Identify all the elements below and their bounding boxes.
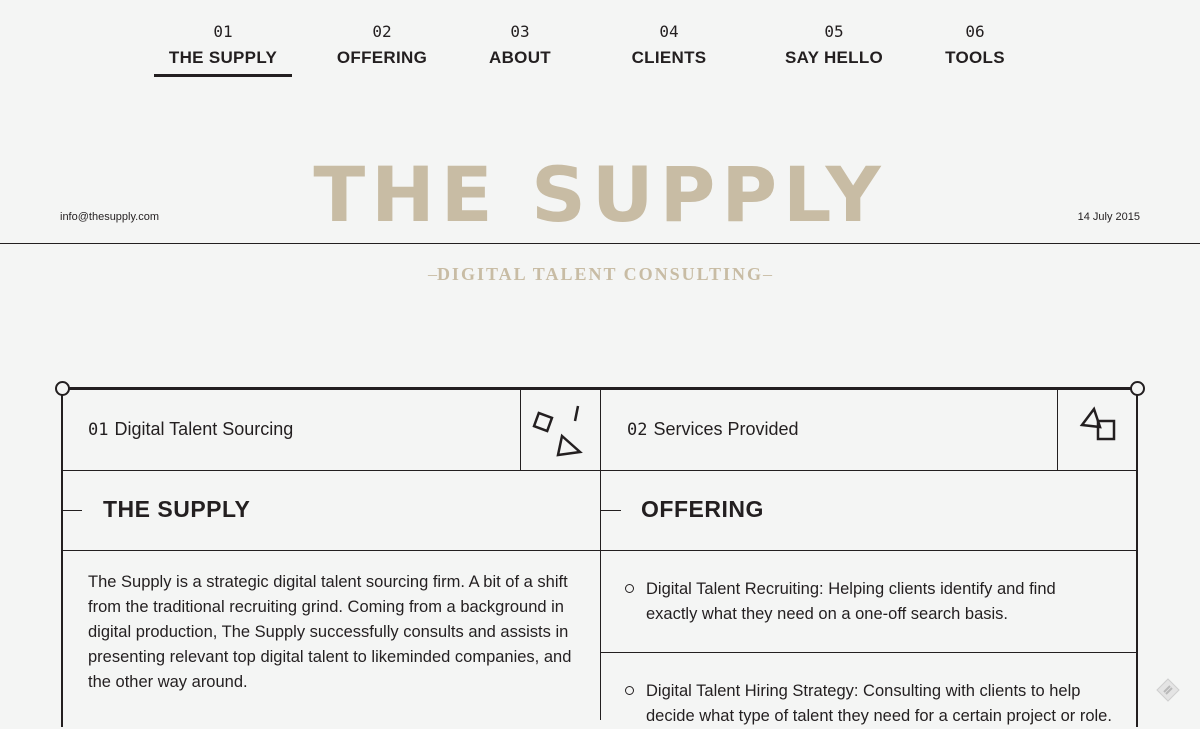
card-number: 02 [627,420,648,440]
tagline-dash-right: – [763,264,773,284]
nav-item-about[interactable]: 03 ABOUT [470,22,570,68]
nav-item-tools[interactable]: 06 TOOLS [925,22,1025,68]
tagline: –DIGITAL TALENT CONSULTING– [0,264,1200,285]
site-logo[interactable]: THE SUPPLY [0,150,1200,240]
contact-email-link[interactable]: info@thesupply.com [60,211,159,223]
icon-box-divider-right [1057,390,1058,470]
nav-item-offering[interactable]: 02 OFFERING [322,22,442,68]
header-date: 14 July 2015 [1077,211,1140,223]
tagline-text: DIGITAL TALENT CONSULTING [436,264,764,284]
nav-item-clients[interactable]: 04 CLIENTS [614,22,724,68]
card-title-text: Digital Talent Sourcing [114,419,294,439]
section-tick-left [62,510,82,511]
card-title-digital-talent-sourcing: 01 Digital Talent Sourcing [88,419,293,440]
row-divider-2 [62,550,1137,551]
bullet-icon [625,686,634,695]
offering-item: Digital Talent Hiring Strategy: Consulti… [646,682,1112,725]
tagline-dash-left: – [427,264,437,284]
share-icon[interactable] [1156,678,1180,702]
nav-active-underline [154,74,292,77]
nav-item-say-hello[interactable]: 05 SAY HELLO [774,22,894,68]
nav-number: 04 [659,22,679,41]
nav-number: 05 [824,22,844,41]
column-divider [600,390,601,720]
bullet-icon [625,584,634,593]
icon-box-divider-left [520,390,521,470]
section-heading-offering: OFFERING [641,496,764,522]
nav-label: SAY HELLO [784,48,884,67]
header-divider [0,243,1200,244]
card-title-services-provided: 02 Services Provided [627,419,799,440]
shapes-icon [532,405,583,457]
nav-label: OFFERING [336,48,428,67]
card-number: 01 [88,420,109,440]
nav-label: CLIENTS [631,48,707,67]
nav-label: TOOLS [945,48,1005,67]
nav-number: 06 [965,22,985,41]
offering-item: Digital Talent Recruiting: Helping clien… [646,580,1056,623]
nav-item-the-supply[interactable]: 01 THE SUPPLY [154,22,292,68]
shapes-icon [1079,406,1116,441]
card-title-text: Services Provided [653,419,799,439]
nav-label: ABOUT [489,48,551,67]
section-heading-the-supply: THE SUPPLY [103,496,251,522]
section-tick-right [601,510,621,511]
nav-number: 02 [372,22,392,41]
corner-node-left [55,381,70,396]
row-divider-1 [62,470,1137,471]
nav-number: 03 [510,22,530,41]
about-paragraph: The Supply is a strategic digital talent… [88,573,572,691]
nav-label: THE SUPPLY [168,48,278,67]
corner-node-right [1130,381,1145,396]
nav-number: 01 [213,22,233,41]
offering-item-divider [601,652,1137,653]
